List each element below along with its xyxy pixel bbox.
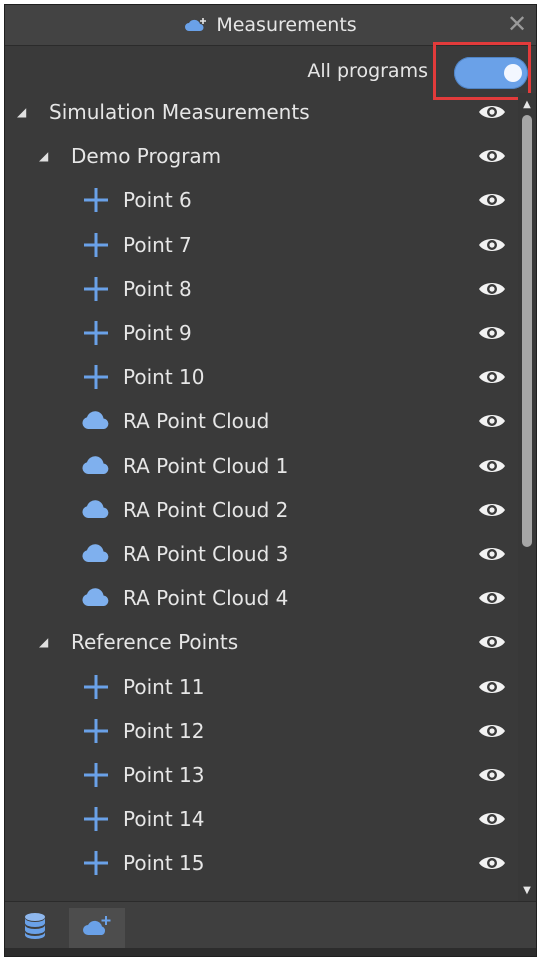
scrollbar[interactable]: ▲ ▼ (518, 93, 536, 901)
point-icon (81, 185, 111, 215)
cloud-icon (81, 406, 111, 436)
visibility-eye-icon[interactable] (478, 809, 506, 829)
tree-item[interactable]: RA Point Cloud (5, 399, 514, 443)
tree-item[interactable]: Point 12 (5, 709, 514, 753)
cloud-plus-icon (82, 914, 112, 942)
tree-item-label: Demo Program (71, 144, 222, 169)
visibility-eye-icon[interactable] (478, 677, 506, 697)
tree-item-label: Point 8 (123, 276, 192, 301)
tree-item[interactable]: Holle (5, 886, 514, 898)
bottom-tab-bar (5, 901, 536, 956)
cloud-icon (81, 539, 111, 569)
point-icon (81, 362, 111, 392)
cloud-icon (81, 451, 111, 481)
visibility-eye-icon[interactable] (478, 411, 506, 431)
tree-item-label: Holle (123, 896, 174, 898)
point-icon (81, 804, 111, 834)
tree-item[interactable]: RA Point Cloud 2 (5, 488, 514, 532)
expand-caret-icon[interactable]: ◢ (39, 635, 53, 649)
visibility-eye-icon[interactable] (478, 102, 506, 122)
tree-item-label: RA Point Cloud 4 (123, 586, 289, 611)
tree-item-label: Point 15 (123, 851, 205, 876)
tree-item-label: Point 9 (123, 321, 192, 345)
database-icon (22, 912, 48, 944)
visibility-eye-icon[interactable] (478, 279, 506, 299)
scroll-up-icon[interactable]: ▲ (521, 99, 533, 111)
point-icon (81, 848, 111, 878)
visibility-eye-icon[interactable] (478, 235, 506, 255)
visibility-eye-icon[interactable] (478, 765, 506, 785)
panel-titlebar: Measurements ✕ (5, 5, 536, 46)
tree-item[interactable]: RA Point Cloud 3 (5, 532, 514, 576)
tree-item[interactable]: Point 11 (5, 665, 514, 709)
cloud-plus-icon (184, 17, 208, 33)
tree-item-label: Point 7 (123, 232, 192, 257)
toggle-knob (504, 64, 522, 82)
visibility-eye-icon[interactable] (478, 190, 506, 210)
tree-item-label: Point 11 (123, 674, 205, 699)
visibility-eye-icon[interactable] (478, 588, 506, 608)
measurements-panel: Measurements ✕ All programs ◢ Simulation … (4, 4, 537, 957)
tab-measurements[interactable] (69, 908, 125, 948)
visibility-eye-icon[interactable] (478, 544, 506, 564)
tree-item-label: RA Point Cloud 2 (123, 497, 289, 522)
tree-item-label: RA Point Cloud (123, 409, 270, 434)
cloud-icon (81, 583, 111, 613)
point-icon (81, 230, 111, 260)
panel-title: Measurements (216, 14, 357, 36)
scrollbar-thumb[interactable] (522, 115, 532, 547)
tree-item-label: RA Point Cloud 3 (123, 542, 289, 566)
tree-item-label: Point 13 (123, 763, 205, 787)
visibility-eye-icon[interactable] (478, 721, 506, 741)
tree-item[interactable]: Point 14 (5, 797, 514, 841)
visibility-eye-icon[interactable] (478, 632, 506, 652)
tree-item-label: RA Point Cloud 1 (123, 453, 289, 478)
tree-item[interactable]: Point 8 (5, 267, 514, 311)
tree-item-label: Simulation Measurements (49, 100, 310, 124)
tree-item-label: Point 10 (123, 365, 205, 390)
visibility-eye-icon[interactable] (478, 853, 506, 873)
tree-item-label: Point 12 (123, 718, 205, 743)
expand-caret-icon[interactable]: ◢ (39, 149, 53, 163)
point-icon (81, 274, 111, 304)
tree-item-label: Point 14 (123, 807, 205, 832)
tree-group[interactable]: ◢ Demo Program (5, 134, 514, 178)
cloud-icon (81, 893, 111, 898)
scroll-down-icon[interactable]: ▼ (521, 885, 533, 897)
tree-item[interactable]: Point 7 (5, 223, 514, 267)
tree-item[interactable]: Point 13 (5, 753, 514, 797)
tree-item[interactable]: RA Point Cloud 4 (5, 576, 514, 620)
tree-item[interactable]: RA Point Cloud 1 (5, 444, 514, 488)
tree-item[interactable]: Point 6 (5, 178, 514, 222)
point-icon (81, 760, 111, 790)
close-icon[interactable]: ✕ (504, 11, 530, 37)
tree-item-label: Point 6 (123, 188, 192, 213)
bottom-strip (5, 948, 536, 956)
visibility-eye-icon[interactable] (478, 456, 506, 476)
all-programs-toggle[interactable] (454, 57, 528, 89)
expand-caret-icon[interactable]: ◢ (17, 105, 31, 119)
point-icon (81, 318, 111, 348)
panel-toolbar: All programs (5, 42, 536, 100)
measurements-tree: ◢ Simulation Measurements ◢ Demo Program Poi… (5, 93, 514, 898)
all-programs-label: All programs (307, 60, 428, 82)
point-icon (81, 716, 111, 746)
tree-item[interactable]: Point 9 (5, 311, 514, 355)
tree-item-label: Reference Points (71, 630, 239, 655)
visibility-eye-icon[interactable] (478, 367, 506, 387)
tree-item[interactable]: Point 15 (5, 841, 514, 885)
tab-database[interactable] (7, 908, 63, 948)
visibility-eye-icon[interactable] (478, 146, 506, 166)
point-icon (81, 672, 111, 702)
visibility-eye-icon[interactable] (478, 323, 506, 343)
tree-root-simulation-measurements[interactable]: ◢ Simulation Measurements (5, 93, 514, 134)
tree-item[interactable]: Point 10 (5, 355, 514, 399)
tree-group[interactable]: ◢ Reference Points (5, 620, 514, 664)
cloud-icon (81, 495, 111, 525)
visibility-eye-icon[interactable] (478, 500, 506, 520)
